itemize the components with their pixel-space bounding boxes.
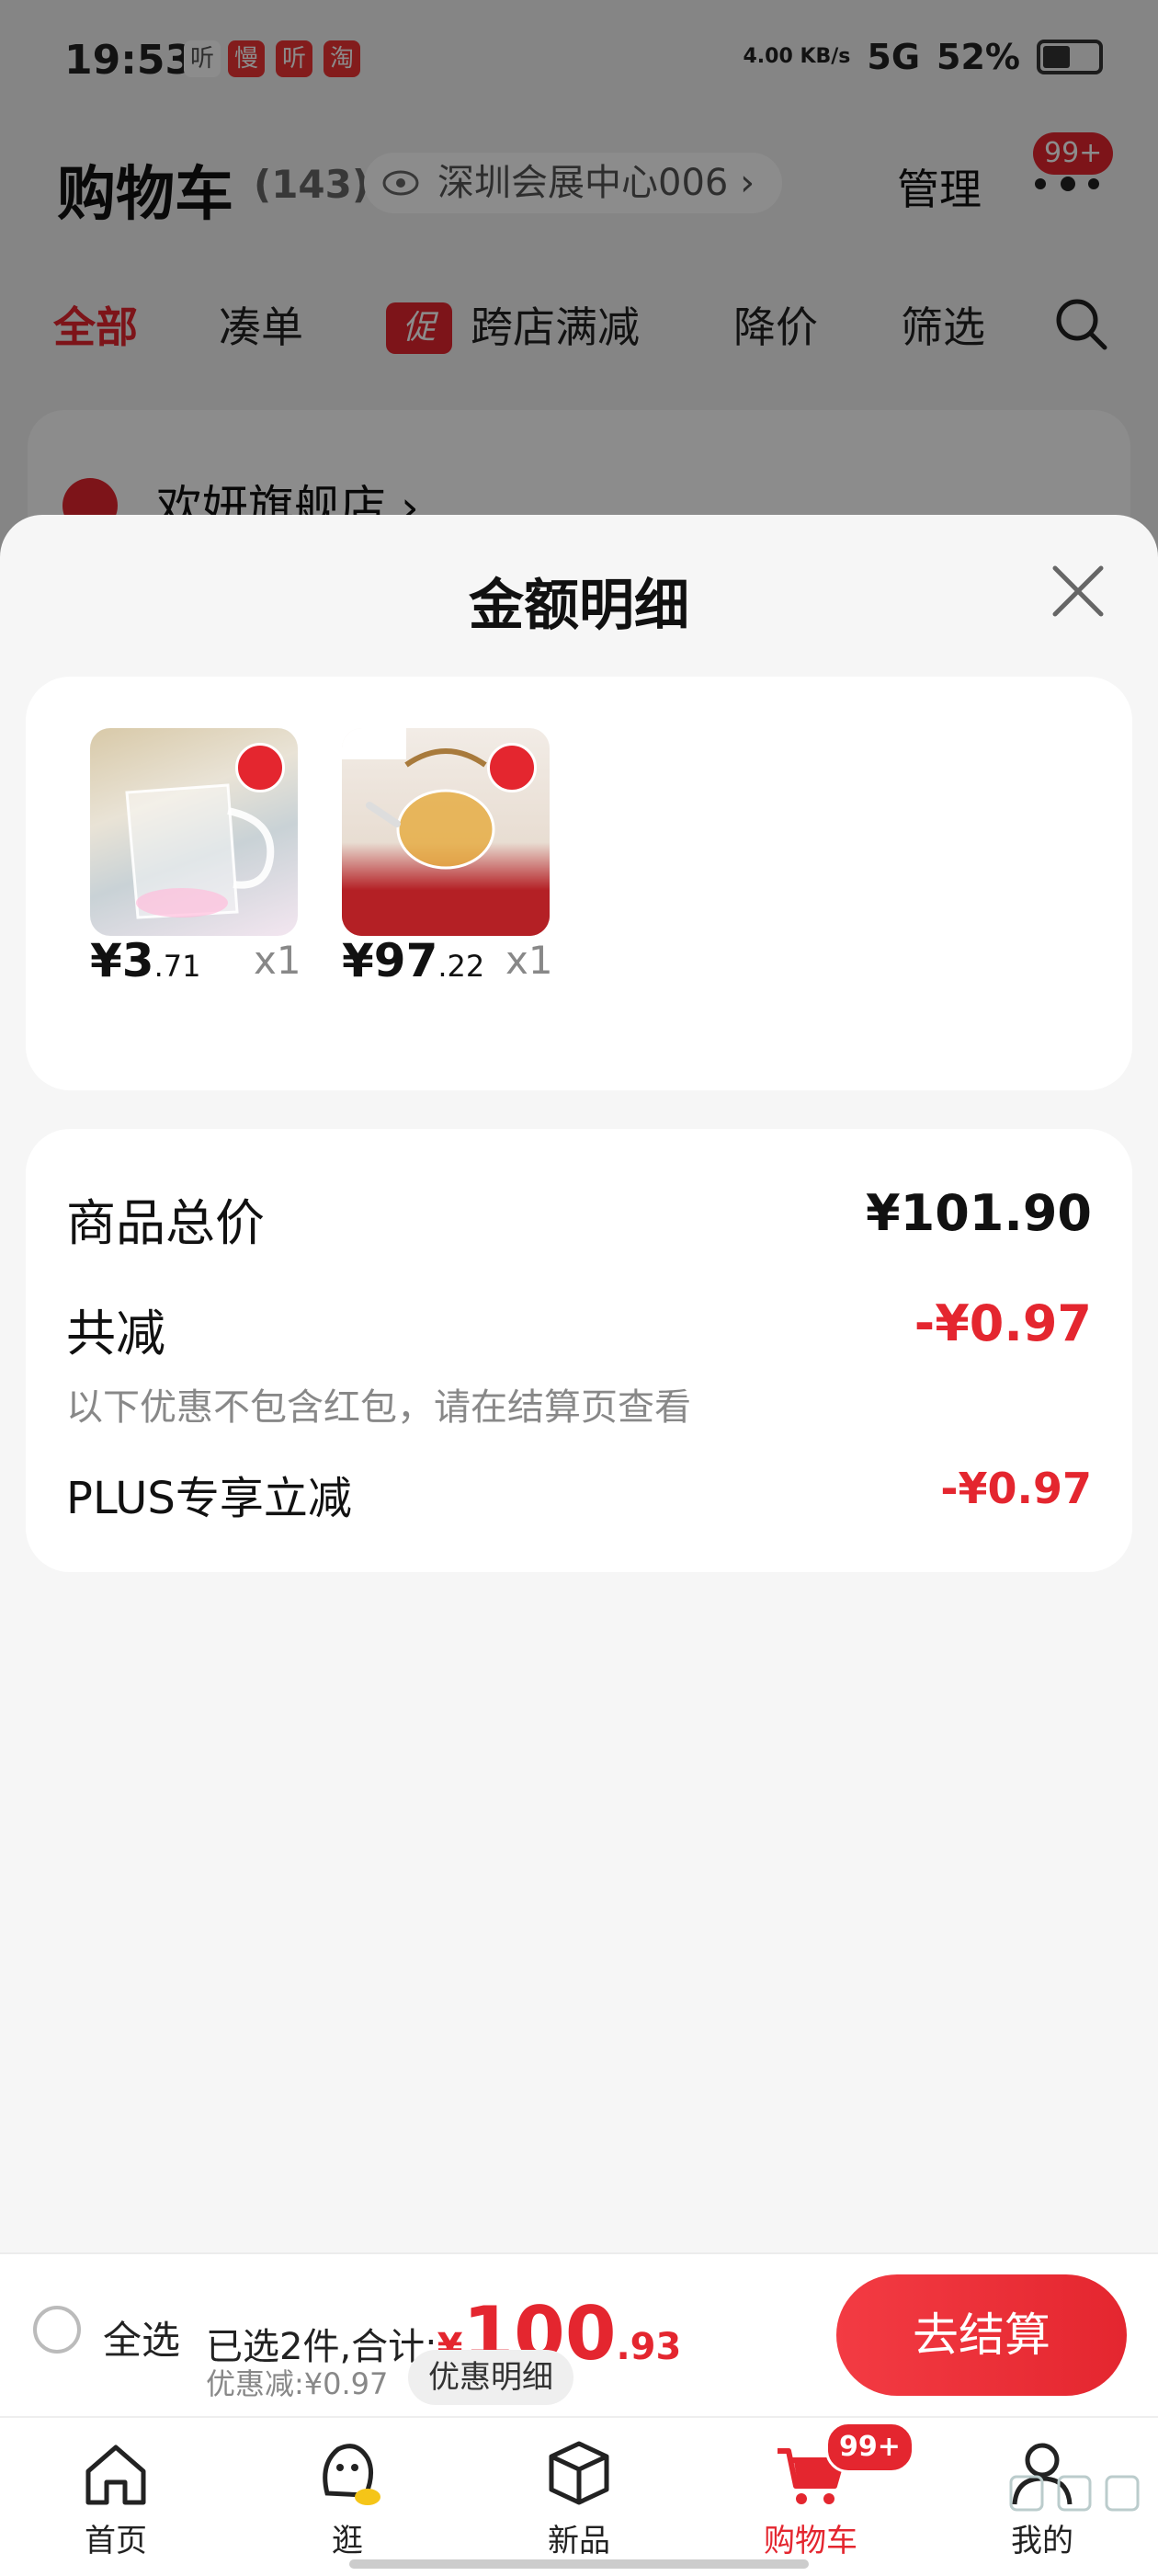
bottom-tab-bar: 首页 逛 新品 购物车 我的 bbox=[0, 2416, 1158, 2576]
watermark-logo bbox=[1009, 2475, 1140, 2512]
item-quantity: x1 bbox=[254, 938, 301, 983]
box-icon bbox=[549, 2441, 609, 2505]
tab-home[interactable]: 首页 bbox=[42, 2436, 189, 2560]
checkout-button[interactable]: 去结算 bbox=[836, 2274, 1127, 2396]
discount-summary: 优惠减:¥0.97 bbox=[206, 2366, 389, 2401]
home-indicator bbox=[349, 2559, 809, 2569]
select-all-label[interactable]: 全选 bbox=[103, 2309, 180, 2365]
discount-note: 以下优惠不包含红包，请在结算页查看 bbox=[66, 1386, 691, 1429]
select-all-radio[interactable] bbox=[33, 2306, 81, 2354]
total-price-value: ¥101.90 bbox=[866, 1184, 1092, 1242]
item-price: ¥3.71 bbox=[90, 934, 201, 987]
cart-badge: 99+ bbox=[825, 2422, 914, 2473]
tab-new[interactable]: 新品 bbox=[505, 2436, 653, 2560]
sheet-title: 金额明细 bbox=[469, 574, 689, 638]
product-image-teapot bbox=[342, 728, 550, 936]
total-price-label: 商品总价 bbox=[66, 1194, 265, 1252]
tab-browse[interactable]: 逛 bbox=[274, 2436, 421, 2560]
item-price: ¥97.22 bbox=[342, 934, 485, 987]
goods-card: ¥3.71 x1 ¥97.22 x1 bbox=[26, 677, 1132, 1090]
checked-icon bbox=[487, 743, 537, 792]
plus-discount-value: -¥0.97 bbox=[940, 1464, 1092, 1513]
item-quantity: x1 bbox=[505, 938, 553, 983]
home-icon bbox=[85, 2445, 146, 2505]
checked-icon bbox=[235, 743, 285, 792]
discount-detail-button[interactable]: 优惠明细 bbox=[408, 2350, 573, 2405]
discount-label: 共减 bbox=[66, 1305, 165, 1362]
close-icon[interactable] bbox=[1048, 561, 1108, 621]
discount-value: -¥0.97 bbox=[914, 1294, 1092, 1352]
price-summary-card: 商品总价 ¥101.90 共减 -¥0.97 以下优惠不包含红包，请在结算页查看… bbox=[26, 1129, 1132, 1572]
checkout-bar: 全选 已选2件,合计:¥100.93 优惠减:¥0.97 优惠明细 去结算 bbox=[0, 2252, 1158, 2416]
product-image-glass-cup bbox=[90, 728, 298, 936]
plus-discount-label: PLUS专享立减 bbox=[66, 1473, 352, 1524]
browse-icon bbox=[323, 2444, 380, 2505]
goods-item[interactable] bbox=[342, 728, 553, 936]
goods-item[interactable] bbox=[90, 728, 301, 936]
